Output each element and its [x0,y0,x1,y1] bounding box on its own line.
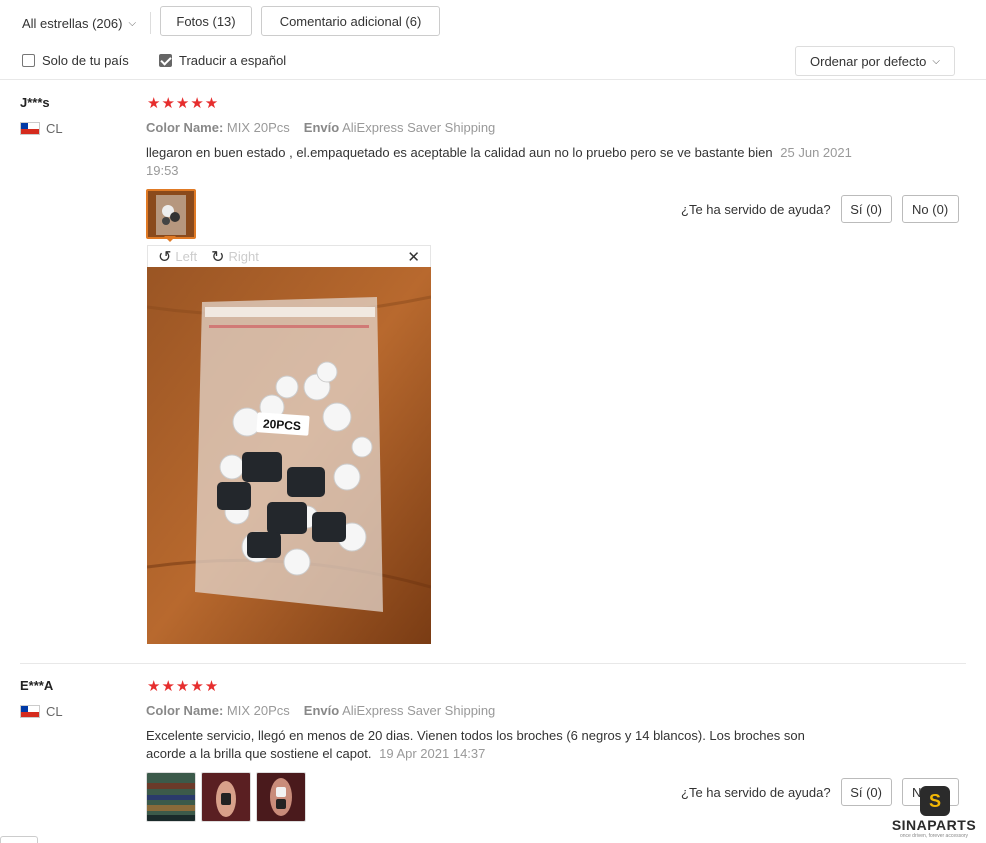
chile-flag-icon [20,122,40,135]
sort-label: Ordenar por defecto [810,53,927,69]
photos-filter-button[interactable]: Fotos (13) [160,6,252,36]
review-photo-thumbnail[interactable] [146,772,196,822]
photo-thumbnail-image [257,773,305,821]
clips-photo-thumbnail-image [148,191,194,237]
bag-label: 20PCS [262,417,301,434]
review-date: 19 Apr 2021 14:37 [379,746,486,761]
star-filter-dropdown[interactable]: All estrellas (206) ⌵ [14,8,144,38]
additional-comment-filter-label: Comentario adicional (6) [279,13,422,29]
order-attributes: Color Name: MIX 20Pcs Envío AliExpress S… [146,120,495,135]
helpful-question: ¿Te ha servido de ayuda? [681,784,831,800]
reviewer-country: CL [20,121,63,136]
review-text: llegaron en buen estado , el.empaquetado… [146,144,856,180]
divider [150,12,151,34]
review-filter-bar: All estrellas (206) ⌵ Fotos (13) Comenta… [0,0,986,80]
watermark-tagline: once driven, forever accessory [899,833,969,839]
rotate-left-icon: ↺ [158,248,172,266]
chevron-down-icon: ⌵ [128,17,137,29]
own-country-checkbox[interactable]: Solo de tu país [22,53,129,68]
review-divider [20,663,966,664]
translate-checkbox[interactable]: Traducir a español [159,53,286,68]
additional-comment-filter-button[interactable]: Comentario adicional (6) [261,6,440,36]
photo-thumbnail-image [202,773,250,821]
reviewer-country: CL [20,704,63,719]
helpful-vote: ¿Te ha servido de ayuda? Sí (0) No (0) [681,195,959,223]
reviewer-name: E***A [20,678,54,693]
review-photo-thumbnail[interactable] [201,772,251,822]
color-attribute: Color Name: MIX 20Pcs [146,703,290,718]
sinaparts-s-logo-icon: S [920,786,950,816]
color-attribute: Color Name: MIX 20Pcs [146,120,290,135]
star-rating: ★★★★★ [147,95,220,112]
helpful-question: ¿Te ha servido de ayuda? [681,201,831,217]
checkbox-unchecked-icon[interactable] [22,54,35,67]
sort-dropdown[interactable]: Ordenar por defecto ⌵ [795,46,955,76]
reviewer-name: J***s [20,95,50,110]
review-body: llegaron en buen estado , el.empaquetado… [146,145,773,160]
photo-thumbnail-image [147,773,195,821]
country-code: CL [46,704,63,719]
sinaparts-watermark-logo: S SINAPARTS once driven, forever accesso… [888,786,980,842]
chevron-down-icon: ⌵ [932,55,940,67]
review-photo-thumbnail[interactable] [256,772,306,822]
helpful-yes-button[interactable]: Sí (0) [840,778,892,806]
helpful-no-button[interactable]: No (0) [901,195,959,223]
thumbnail-pointer [164,236,176,242]
review-item: E***A CL ★★★★★ Color Name: MIX 20Pcs Env… [0,665,986,843]
watermark-brand: SINAPARTS [891,817,977,833]
clips-bag-photo: 20PCS [147,267,431,644]
rotate-right-icon: ↻ [211,248,225,266]
feedback-tab[interactable] [0,836,38,843]
shipping-attribute: Envío AliExpress Saver Shipping [303,703,496,718]
review-photo-thumbnail[interactable] [146,189,196,239]
country-code: CL [46,121,63,136]
own-country-label: Solo de tu país [42,53,129,68]
star-filter-label: All estrellas (206) [22,15,123,31]
photo-viewer-toolbar: ↺ Left ↻ Right ✕ [147,245,431,267]
helpful-yes-button[interactable]: Sí (0) [840,195,892,223]
order-attributes: Color Name: MIX 20Pcs Envío AliExpress S… [146,703,495,718]
shipping-attribute: Envío AliExpress Saver Shipping [303,120,496,135]
close-icon[interactable]: ✕ [407,248,420,266]
review-text: Excelente servicio, llegó en menos de 20… [146,727,836,763]
rotate-left-button[interactable]: ↺ Left [158,247,197,267]
photos-filter-label: Fotos (13) [176,13,236,29]
review-photo-large: 20PCS [147,267,431,644]
rotate-right-button[interactable]: ↻ Right [211,247,259,267]
star-rating: ★★★★★ [147,678,220,695]
checkbox-checked-icon[interactable] [159,54,172,67]
translate-label: Traducir a español [179,53,287,68]
chile-flag-icon [20,705,40,718]
